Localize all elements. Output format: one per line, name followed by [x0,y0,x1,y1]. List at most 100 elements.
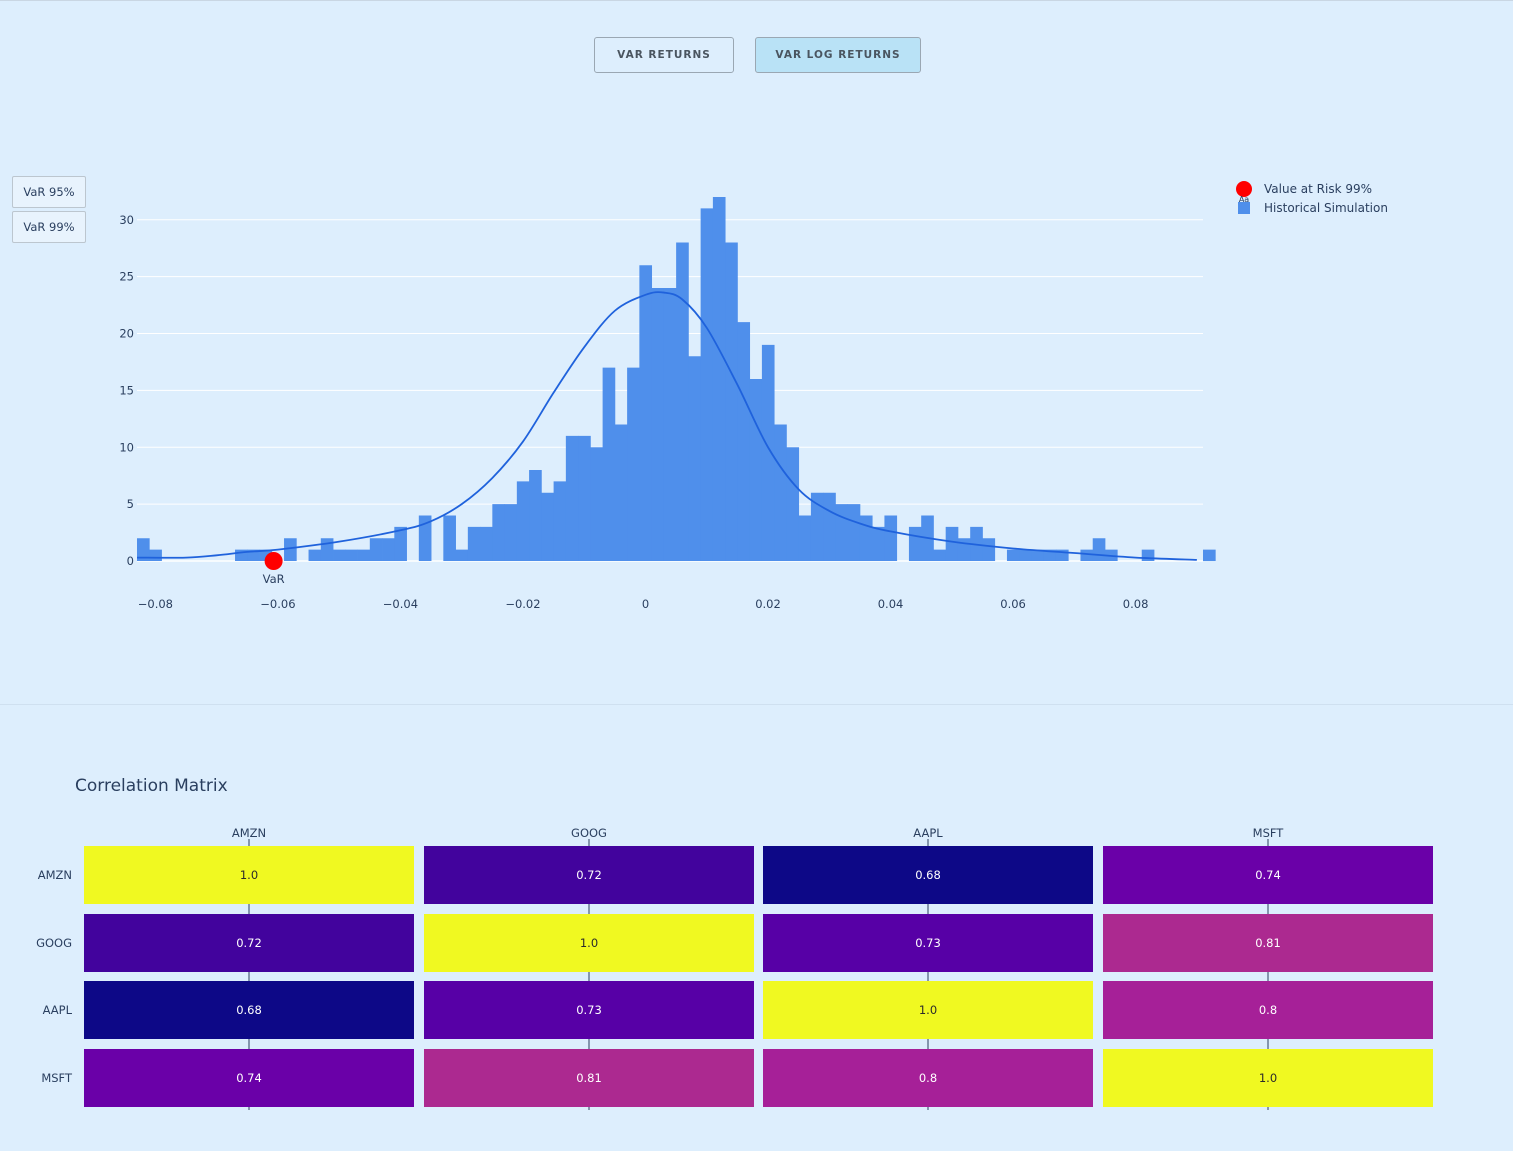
heatmap-cell-value: 0.8 [1259,1003,1277,1017]
histogram-bar [651,288,665,561]
histogram-bar [688,356,702,561]
heatmap-x-label: AAPL [913,826,943,840]
histogram-bar [872,526,885,561]
histogram-bar [1006,549,1020,561]
histogram-bar [590,447,604,561]
histogram-bar [847,504,861,561]
histogram-bar [700,208,714,561]
histogram-bar [737,322,751,561]
histogram-bar [345,549,358,561]
x-tick-label: −0.04 [383,597,418,611]
histogram-bar [884,515,898,561]
histogram-bar [835,504,849,561]
heatmap-cell-value: 1.0 [580,936,598,950]
heatmap-y-label: MSFT [41,1071,73,1085]
heatmap-x-label: MSFT [1253,826,1285,840]
heatmap-cell-value: 0.81 [1255,936,1281,950]
y-tick-label: 0 [127,554,134,568]
heatmap-x-label: GOOG [571,826,607,840]
x-tick-label: 0.06 [1000,597,1026,611]
histogram-bar [761,344,775,561]
heatmap-cell-value: 0.68 [236,1003,262,1017]
histogram-bar [369,538,383,561]
histogram-bar [663,288,677,561]
heatmap-cell-value: 0.74 [236,1071,262,1085]
heatmap-cell-value: 1.0 [1259,1071,1277,1085]
heatmap-x-label: AMZN [232,826,266,840]
histogram-bar [578,435,591,561]
histogram-bar [1019,549,1032,561]
x-tick-label: −0.06 [260,597,295,611]
histogram-bar [614,424,628,561]
var-marker-label: VaR [263,572,285,586]
histogram-bar [480,526,493,561]
heatmap-cell-value: 0.72 [576,868,602,882]
x-tick-label: 0.02 [755,597,781,611]
histogram-bar [149,549,162,561]
histogram-bar [565,435,579,561]
histogram-bar [725,242,738,561]
histogram-bar [627,367,640,561]
histogram-bar [504,504,518,561]
correlation-heatmap: Correlation Matrix 1.0 0.72 0.68 0.74 0.72 1.… [36,776,1433,1110]
histogram-bar [1092,538,1106,561]
histogram-bar [945,526,959,561]
legend-hist-swatch[interactable] [1238,202,1250,214]
histogram-bar [602,367,616,561]
histogram-bar [1141,549,1155,561]
x-tick-label: 0 [642,597,649,611]
histogram-bar [467,526,481,561]
histogram-bar [357,549,371,561]
x-tick-label: −0.08 [138,597,173,611]
histogram-bar [798,515,812,561]
heatmap-cell-value: 0.72 [236,936,262,950]
heatmap-cell-value: 0.73 [915,936,941,950]
histogram-bar [455,549,469,561]
histogram-bar [516,481,530,561]
x-tick-label: 0.04 [878,597,904,611]
histogram-bar [908,526,922,561]
histogram-bar [333,549,346,561]
y-tick-label: 10 [119,440,134,454]
heatmap-cell-value: 0.73 [576,1003,602,1017]
x-tick-label: 0.08 [1123,597,1149,611]
y-tick-label: 25 [119,270,134,284]
histogram-bar [320,538,334,561]
histogram-bar [492,504,505,561]
histogram-chart: VaR −0.08 −0.06 −0.04 −0.02 0 0.02 0.04 0.06 0.0… [119,181,1388,611]
histogram-bar [553,481,567,561]
heatmap-cell-value: 0.8 [919,1071,937,1085]
histogram-bar [308,549,322,561]
y-tick-label: 5 [127,497,134,511]
histogram-bar [529,470,542,561]
histogram-bar [443,515,456,561]
x-tick-label: −0.02 [505,597,540,611]
legend-label-hist[interactable]: Historical Simulation [1264,201,1388,215]
heatmap-cell-value: 1.0 [240,868,258,882]
heatmap-cell-value: 0.68 [915,868,941,882]
var-marker[interactable] [264,552,283,570]
histogram-bar [774,424,787,561]
y-tick-label: 30 [119,213,134,227]
histogram-bar [933,549,947,561]
histogram-bar [541,492,554,561]
heatmap-y-label: GOOG [36,936,72,950]
heatmap-y-label: AMZN [38,868,72,882]
histogram-bar [982,538,996,561]
histogram-bar [823,492,836,561]
histogram-bar [749,379,763,561]
legend-label-var[interactable]: Value at Risk 99% [1264,182,1372,196]
histogram-bar [786,447,800,561]
heatmap-cell-value: 0.74 [1255,868,1281,882]
histogram-bar [382,538,395,561]
heatmap-cell-value: 0.81 [576,1071,602,1085]
histogram-bar [957,538,971,561]
histogram-bar [1080,549,1094,561]
heatmap-cell-value: 1.0 [919,1003,937,1017]
y-tick-label: 20 [119,327,134,341]
histogram-bar [1203,549,1216,561]
histogram-bar [284,538,297,561]
histogram-bar [712,197,726,561]
histogram-bar [676,242,689,561]
histogram-bar [639,265,653,561]
